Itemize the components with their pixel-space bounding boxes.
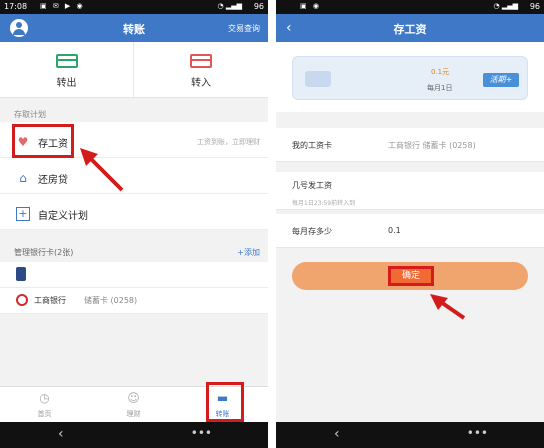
bank-card-row[interactable] <box>0 262 268 288</box>
plan-section-title: 存取计划 <box>14 110 46 119</box>
plan-item-label: 自定义计划 <box>38 211 88 222</box>
highlight-box <box>206 382 244 422</box>
annotation-arrow <box>430 294 466 320</box>
field-note: 每月1日23:59前转入到 <box>292 200 356 207</box>
battery-level: 96 <box>253 2 264 11</box>
confirm-button[interactable]: 确定 <box>388 266 434 286</box>
salary-card-field[interactable]: 我的工资卡 工商银行 储蓄卡 (0258) <box>276 128 544 162</box>
bank-name: 工商银行 <box>34 296 66 305</box>
transaction-query-link[interactable]: 交易查询 <box>228 23 260 34</box>
monthly-amount-field[interactable]: 每月存多少 0.1 <box>276 214 544 248</box>
product-tag: 活期+ <box>483 73 519 87</box>
field-label: 几号发工资 <box>292 181 332 190</box>
bank-card-icon <box>305 71 331 87</box>
status-time: 17:08 <box>4 2 28 11</box>
icbc-logo-icon <box>16 294 28 306</box>
bank-logo-icon <box>16 267 26 281</box>
field-value: 0.1 <box>388 226 401 235</box>
app-header: ‹ 存工资 <box>276 14 544 42</box>
right-screen: ▣ ◉ ◔ ▂▄▆ 96 ‹ 存工资 0.1元 每月1日 活期+ 我的工资卡 工… <box>276 0 544 448</box>
plan-summary: 0.1元 每月1日 活期+ <box>292 56 528 100</box>
card-in-icon <box>190 54 212 68</box>
transfer-out-label: 转出 <box>56 78 77 89</box>
plan-item-mortgage[interactable]: ⌂ 还房贷 <box>0 162 268 194</box>
app-header: 转账 交易查询 <box>0 14 268 42</box>
salary-plan-card: 0.1元 每月1日 活期+ <box>276 42 544 112</box>
battery-level: 96 <box>529 2 540 11</box>
payday-field[interactable]: 几号发工资 每月1日23:59前转入到 <box>276 172 544 210</box>
notification-icons: ▣ ✉ ▶ ◉ <box>40 2 85 10</box>
more-nav-icon[interactable]: ••• <box>191 426 212 440</box>
field-label: 每月存多少 <box>292 227 332 236</box>
system-nav-bar: ‹ ••• <box>276 422 544 448</box>
notification-icons: ▣ ◉ <box>300 2 321 10</box>
clock-icon: ◷ <box>39 391 50 405</box>
bank-card-title: 管理银行卡(2张) <box>14 248 74 257</box>
back-nav-icon[interactable]: ‹ <box>58 426 64 442</box>
annotation-arrow <box>80 148 124 192</box>
plan-amount: 0.1元 <box>431 68 450 76</box>
plan-date: 每月1日 <box>427 84 453 92</box>
plan-item-label: 还房贷 <box>38 175 68 186</box>
plan-item-custom[interactable]: + 自定义计划 <box>0 198 268 230</box>
bank-card-row[interactable]: 工商银行 储蓄卡 (0258) <box>0 288 268 314</box>
highlight-box <box>12 124 74 158</box>
screen-divider <box>268 0 276 448</box>
transfer-in-label: 转入 <box>191 78 211 89</box>
bank-card-header: 管理银行卡(2张) +添加 <box>0 244 268 262</box>
status-bar: ▣ ◉ ◔ ▂▄▆ 96 <box>276 0 544 14</box>
status-bar: 17:08 ▣ ✉ ▶ ◉ ◔ ▂▄▆ 96 <box>0 0 268 14</box>
back-nav-icon[interactable]: ‹ <box>334 426 340 442</box>
tab-label: 首页 <box>37 410 52 418</box>
more-nav-icon[interactable]: ••• <box>467 426 488 440</box>
person-icon: ☺ <box>127 391 140 405</box>
signal-icon: ◔ ▂▄▆ <box>493 2 518 10</box>
plan-item-hint: 工资到账，立即理财 <box>197 138 260 146</box>
signal-icon: ◔ ▂▄▆ <box>217 2 242 10</box>
field-label: 我的工资卡 <box>292 141 332 150</box>
tab-label: 理财 <box>126 410 141 418</box>
transfer-out-button[interactable]: 转出 <box>0 42 134 98</box>
page-title: 存工资 <box>393 23 427 36</box>
tab-finance[interactable]: ☺ 理财 <box>89 387 178 423</box>
bank-card-type: 储蓄卡 (0258) <box>84 296 138 305</box>
card-out-icon <box>56 54 78 68</box>
field-value: 工商银行 储蓄卡 (0258) <box>388 141 476 150</box>
plus-icon: + <box>16 207 30 221</box>
add-bank-card-link[interactable]: +添加 <box>237 247 260 258</box>
house-icon: ⌂ <box>19 171 27 185</box>
left-screen: 17:08 ▣ ✉ ▶ ◉ ◔ ▂▄▆ 96 转账 交易查询 转出 转入 存取计… <box>0 0 268 448</box>
tab-home[interactable]: ◷ 首页 <box>0 387 89 423</box>
transfer-actions: 转出 转入 <box>0 42 268 98</box>
system-nav-bar: ‹ ••• <box>0 422 268 448</box>
transfer-in-button[interactable]: 转入 <box>134 42 268 98</box>
